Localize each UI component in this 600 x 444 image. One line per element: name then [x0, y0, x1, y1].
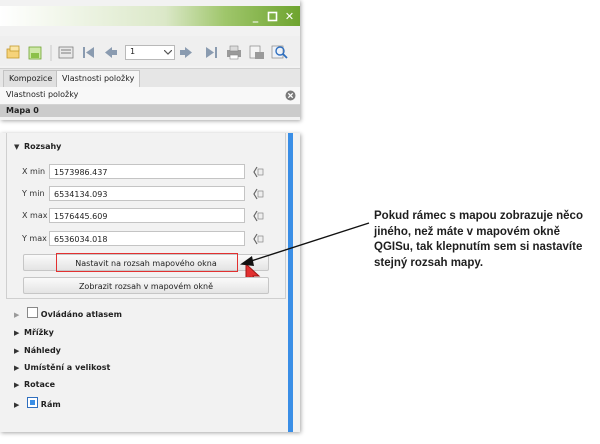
annotation-text: Pokud rámec s mapou zobrazuje něco jinéh… — [374, 210, 583, 269]
